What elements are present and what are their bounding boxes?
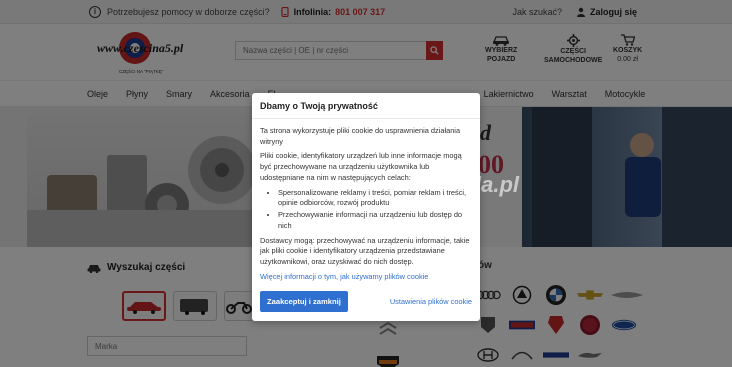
cookie-more-info-link[interactable]: Więcej informacji o tym, jak używamy pli…	[260, 272, 472, 283]
accept-cookies-button[interactable]: Zaakceptuj i zamknij	[260, 291, 348, 312]
cookie-purpose-item: Spersonalizowane reklamy i treści, pomia…	[278, 188, 472, 209]
cookie-intro-text: Ta strona wykorzystuje pliki cookie do u…	[260, 126, 461, 146]
cookie-purpose-item: Przechowywanie informacji na urządzeniu …	[278, 210, 472, 231]
cookie-consent-dialog: Dbamy o Twoją prywatność Ta strona wykor…	[252, 93, 480, 321]
cookie-dialog-footer: Zaakceptuj i zamknij Ustawienia plików c…	[260, 291, 472, 312]
cookie-vendors-text: Dostawcy mogą: przechowywać na urządzeni…	[260, 235, 470, 267]
cookie-settings-link[interactable]: Ustawienia plików cookie	[390, 297, 472, 306]
cookie-dialog-title: Dbamy o Twoją prywatność	[252, 93, 480, 119]
cookie-dialog-body: Ta strona wykorzystuje pliki cookie do u…	[252, 119, 480, 283]
cookie-purpose-text: Pliki cookie, identyfikatory urządzeń lu…	[260, 151, 462, 182]
cookie-purpose-list: Spersonalizowane reklamy i treści, pomia…	[278, 188, 472, 232]
